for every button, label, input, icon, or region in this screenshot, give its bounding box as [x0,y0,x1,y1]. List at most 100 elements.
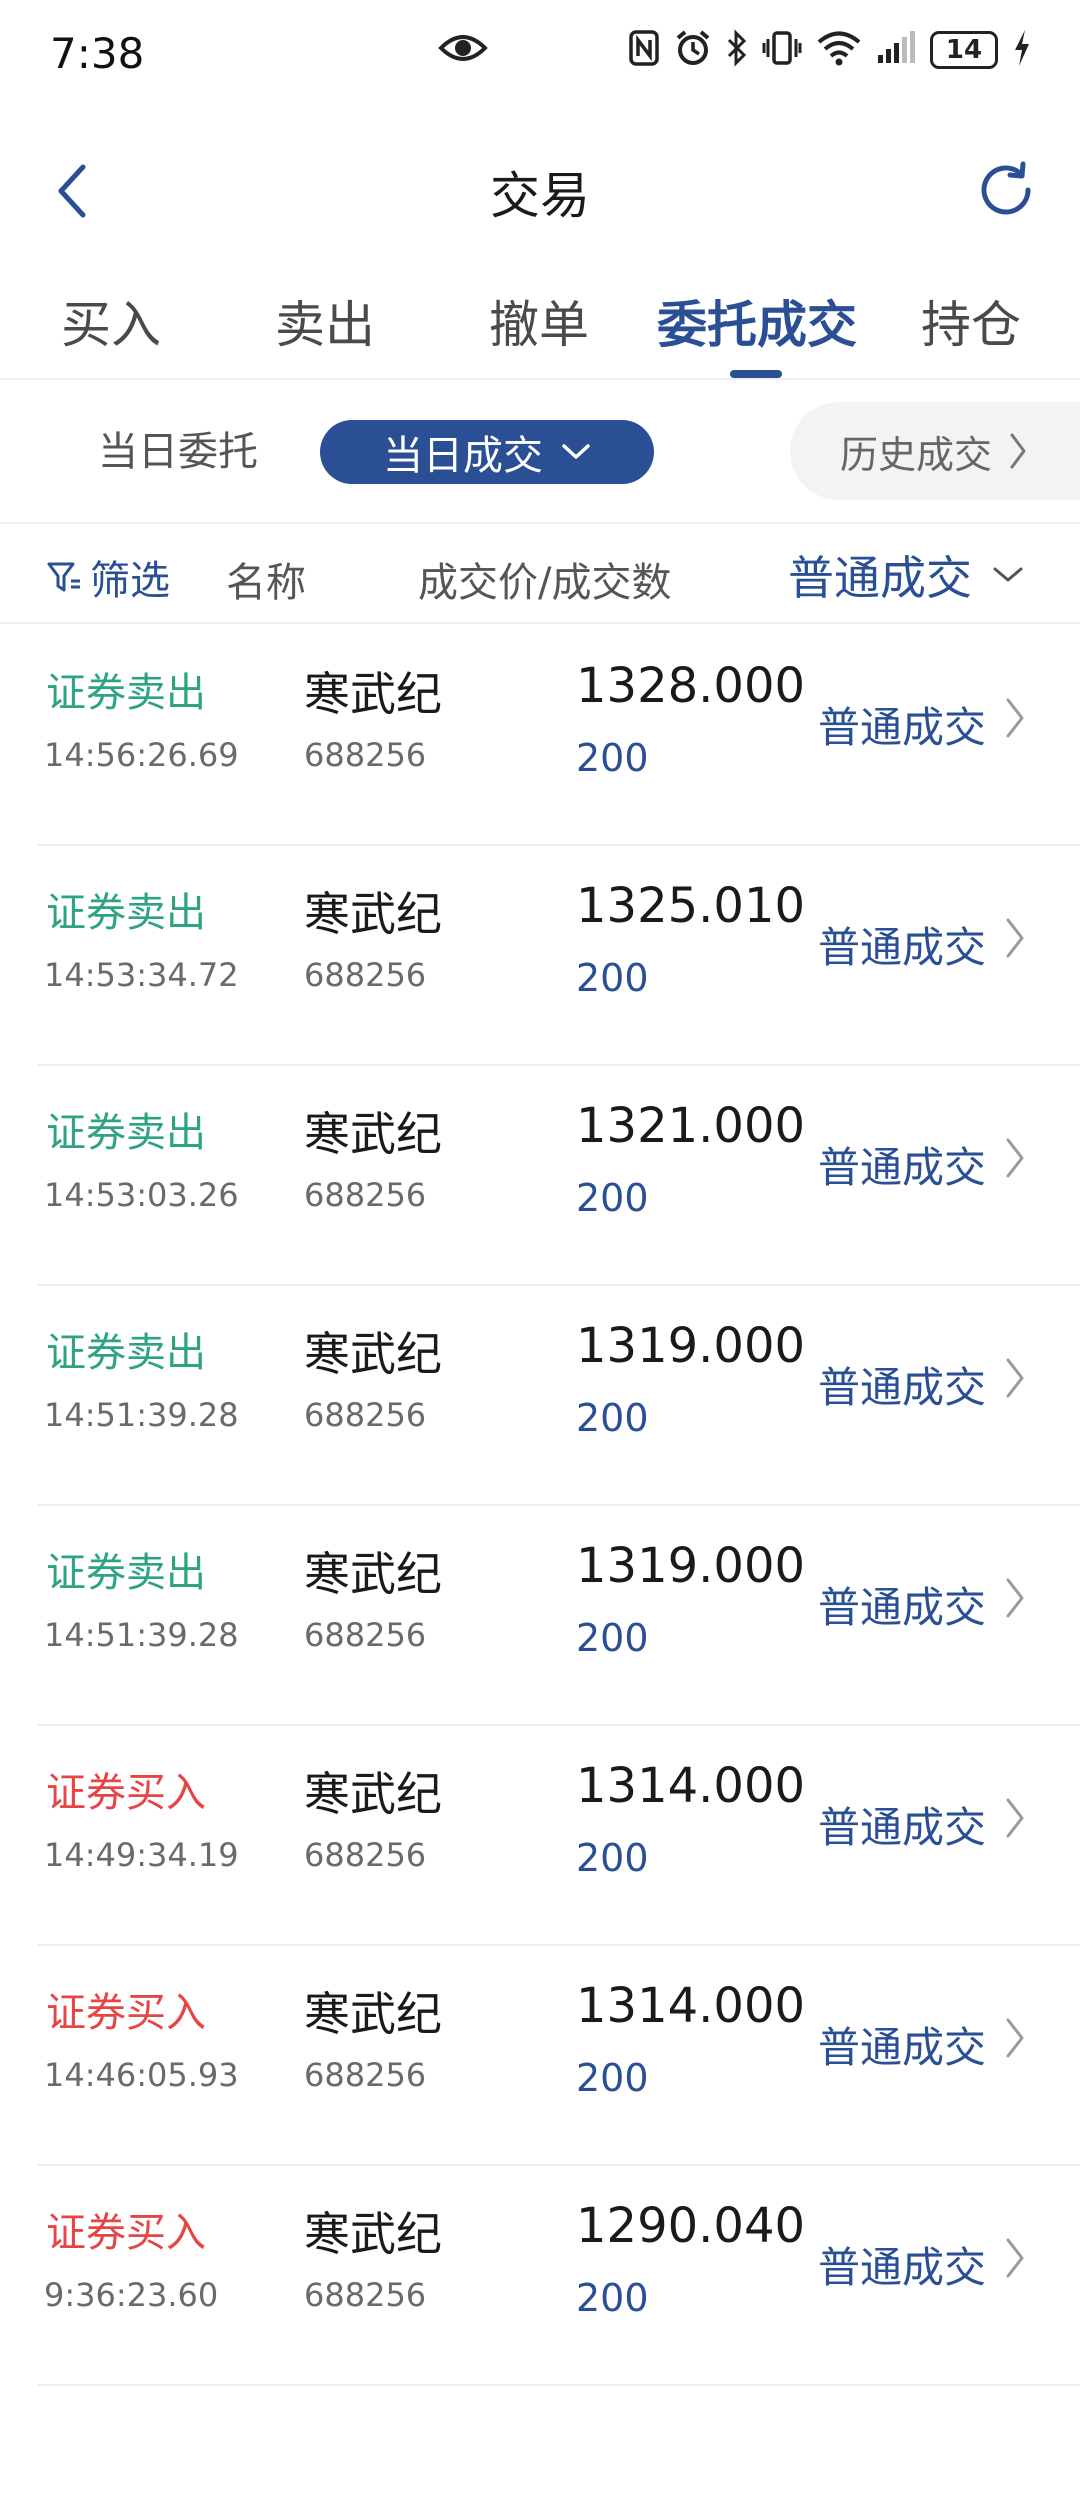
main-tabs: 买入 卖出 撤单 委托成交 持仓 [0,268,1080,380]
stock-code: 688256 [304,1396,427,1434]
trade-side: 证券卖出 [46,1330,206,1376]
trade-time: 9:36:23.60 [44,2276,219,2314]
page-title: 交易 [490,167,590,225]
wifi-icon [816,29,862,71]
trade-side: 证券卖出 [46,670,206,716]
trade-type: 普通成交 [818,703,987,752]
subtab-history-trades[interactable]: 历史成交 [790,402,1080,500]
header-name: 名称 [226,560,306,606]
trade-price: 1321.000 [576,1098,806,1154]
tab-orders-trades[interactable]: 委托成交 [652,280,862,370]
filter-label: 筛选 [90,558,170,604]
trade-price: 1314.000 [576,1758,806,1814]
trade-time: 14:53:34.72 [44,956,239,994]
table-row[interactable]: 证券买入 14:46:05.93 寒武纪 688256 1314.000 200 普通成交 [38,1946,1080,2166]
nfc-icon [628,29,660,71]
trade-time: 14:49:34.19 [44,1836,239,1874]
trade-side: 证券买入 [46,1990,206,2036]
tab-sell[interactable]: 卖出 [270,280,380,370]
trade-quantity: 200 [576,1836,649,1880]
trade-type-dropdown[interactable]: 普通成交 [788,542,1024,608]
stock-code: 688256 [304,2276,427,2314]
table-row[interactable]: 证券买入 14:49:34.19 寒武纪 688256 1314.000 200 普通成交 [38,1726,1080,1946]
table-row[interactable]: 证券卖出 14:56:26.69 寒武纪 688256 1328.000 200 普通成交 [38,626,1080,846]
trade-type: 普通成交 [818,2023,987,2072]
filter-button[interactable]: 筛选 [46,548,170,606]
chevron-down-icon [562,444,590,459]
stock-name: 寒武纪 [304,2207,442,2261]
trade-price: 1325.010 [576,878,806,934]
filter-icon [47,562,80,592]
stock-code: 688256 [304,1616,427,1654]
stock-code: 688256 [304,956,427,994]
chevron-right-icon [1010,433,1026,469]
trade-quantity: 200 [576,736,649,780]
trade-price: 1319.000 [576,1538,806,1594]
table-row[interactable]: 证券卖出 14:53:03.26 寒武纪 688256 1321.000 200 普通成交 [38,1066,1080,1286]
chevron-right-icon [1004,1136,1026,1184]
title-bar: 交易 [0,106,1080,266]
trade-time: 14:56:26.69 [44,736,239,774]
trade-quantity: 200 [576,956,649,1000]
tab-cancel[interactable]: 撤单 [484,280,594,370]
stock-name: 寒武纪 [304,1107,442,1161]
active-tab-indicator [730,370,782,378]
trade-side: 证券卖出 [46,1110,206,1156]
stock-code: 688256 [304,736,427,774]
status-time: 7:38 [50,28,145,78]
table-row[interactable]: 证券卖出 14:51:39.28 寒武纪 688256 1319.000 200 普通成交 [38,1286,1080,1506]
stock-name: 寒武纪 [304,1767,442,1821]
trade-time: 14:51:39.28 [44,1396,239,1434]
table-row[interactable]: 证券卖出 14:53:34.72 寒武纪 688256 1325.010 200 普通成交 [38,846,1080,1066]
trade-side: 证券买入 [46,1770,206,1816]
chevron-right-icon [1004,916,1026,964]
chevron-right-icon [1004,1796,1026,1844]
subtab-today-trades[interactable]: 当日成交 [320,420,654,484]
trade-type: 普通成交 [818,2243,987,2292]
stock-name: 寒武纪 [304,887,442,941]
stock-name: 寒武纪 [304,1327,442,1381]
status-bar: 7:38 14 [0,0,1080,106]
trade-side: 证券卖出 [46,890,206,936]
subtab-today-orders[interactable]: 当日委托 [98,424,258,480]
vibrate-icon [762,29,802,71]
chevron-right-icon [1004,1576,1026,1624]
table-row[interactable]: 证券买入 9:36:23.60 寒武纪 688256 1290.040 200 普通成交 [38,2166,1080,2386]
stock-name: 寒武纪 [304,1547,442,1601]
table-row[interactable]: 证券卖出 14:51:39.28 寒武纪 688256 1319.000 200 普通成交 [38,1506,1080,1726]
eye-icon [438,30,488,70]
chevron-right-icon [1004,2016,1026,2064]
trade-type: 普通成交 [818,1143,987,1192]
signal-icon [876,29,916,71]
chevron-right-icon [1004,1356,1026,1404]
trade-time: 14:51:39.28 [44,1616,239,1654]
trade-side: 证券买入 [46,2210,206,2256]
tab-buy[interactable]: 买入 [56,280,166,370]
tab-positions[interactable]: 持仓 [916,280,1026,370]
refresh-button[interactable] [968,152,1044,228]
trade-side: 证券卖出 [46,1550,206,1596]
trade-price: 1328.000 [576,658,806,714]
stock-name: 寒武纪 [304,1987,442,2041]
stock-code: 688256 [304,1176,427,1214]
trade-price: 1290.040 [576,2198,806,2254]
header-price-qty: 成交价/成交数 [418,560,672,606]
trade-type: 普通成交 [818,1803,987,1852]
battery-icon: 14 [930,31,998,69]
trade-quantity: 200 [576,2276,649,2320]
trade-type: 普通成交 [818,1363,987,1412]
trade-quantity: 200 [576,1176,649,1220]
list-header: 筛选 名称 成交价/成交数 普通成交 [0,522,1080,624]
trade-quantity: 200 [576,1396,649,1440]
chevron-right-icon [1004,696,1026,744]
trade-type: 普通成交 [818,1583,987,1632]
subtab-today-trades-label: 当日成交 [383,433,543,479]
charging-icon [1012,28,1032,72]
stock-name: 寒武纪 [304,667,442,721]
trade-quantity: 200 [576,1616,649,1660]
sub-tabs: 当日委托 当日成交 历史成交 [0,382,1080,522]
subtab-history-label: 历史成交 [840,432,993,477]
trade-time: 14:46:05.93 [44,2056,239,2094]
trade-quantity: 200 [576,2056,649,2100]
chevron-right-icon [1004,2236,1026,2284]
